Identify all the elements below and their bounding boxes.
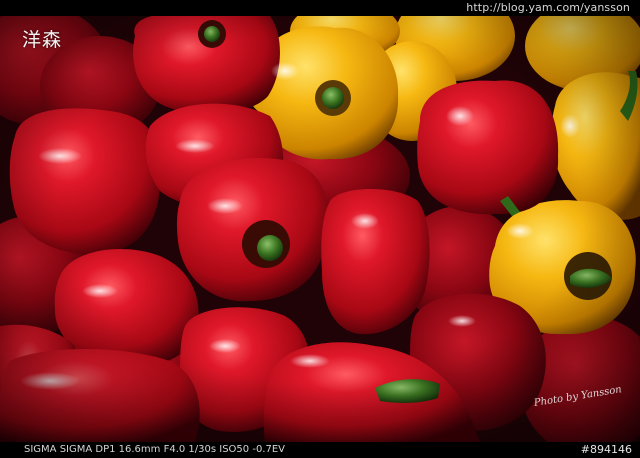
bottom-bar: SIGMA SIGMA DP1 16.6mm F4.0 1/30s ISO50 … (0, 442, 640, 458)
peppers-photo (0, 16, 640, 442)
photo (0, 16, 640, 442)
blog-url-text: http://blog.yam.com/yansson (466, 1, 630, 14)
top-bar: http://blog.yam.com/yansson (0, 0, 640, 16)
watermark-logo: 洋森 (22, 29, 63, 51)
exif-info: SIGMA SIGMA DP1 16.6mm F4.0 1/30s ISO50 … (24, 444, 286, 455)
photo-id: #894146 (580, 443, 632, 456)
